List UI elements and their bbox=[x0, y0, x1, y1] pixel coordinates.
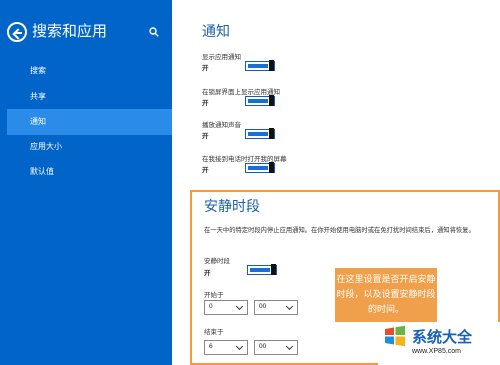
end-time-label: 结束于 bbox=[204, 329, 224, 336]
sidebar-item-defaults[interactable]: 默认值 bbox=[0, 159, 172, 185]
screen-on-call-toggle[interactable] bbox=[245, 162, 275, 173]
quiet-hours-description: 在一天中的特定时段内停止应用通知。在你开始使用电脑时或在免打扰时间结束后，通知将… bbox=[204, 227, 475, 234]
show-app-notifications-toggle[interactable] bbox=[245, 60, 275, 71]
screen-on-call-value: 开 bbox=[202, 167, 209, 174]
notification-sound-value: 开 bbox=[202, 133, 209, 140]
watermark-text: 系统大全 bbox=[412, 329, 473, 346]
chevron-down-icon bbox=[285, 302, 294, 311]
chevron-down-icon bbox=[235, 342, 244, 351]
sidebar-item-search[interactable]: 搜索 bbox=[0, 58, 172, 84]
end-minute-select[interactable]: 00 bbox=[254, 340, 298, 355]
notification-sound-toggle[interactable] bbox=[245, 128, 275, 139]
sidebar-item-notifications[interactable]: 通知 bbox=[7, 109, 172, 135]
sidebar-item-app-size[interactable]: 应用大小 bbox=[0, 134, 172, 160]
windows-logo-icon bbox=[385, 325, 405, 347]
watermark-url: www.XP85.com bbox=[412, 348, 462, 355]
start-minute-select[interactable]: 00 bbox=[254, 300, 298, 315]
start-time-label: 开始于 bbox=[204, 292, 224, 299]
callout-line-1: 在这里设置是否开启安静 bbox=[336, 274, 436, 284]
start-hour-select[interactable]: 0 bbox=[204, 300, 248, 315]
show-app-notifications-label: 显示应用通知 bbox=[202, 54, 241, 61]
quiet-hours-heading: 安静时段 bbox=[204, 198, 260, 214]
sidebar-item-share[interactable]: 共享 bbox=[0, 84, 172, 110]
show-app-notifications-value: 开 bbox=[202, 65, 209, 72]
annotation-callout: 在这里设置是否开启安静 时段，以及设置安静时段 的时间。 bbox=[335, 268, 437, 322]
callout-line-2: 时段，以及设置安静时段 bbox=[336, 289, 436, 299]
notifications-heading: 通知 bbox=[202, 23, 230, 39]
chevron-down-icon bbox=[235, 302, 244, 311]
lock-screen-notifications-toggle[interactable] bbox=[245, 95, 275, 106]
lock-screen-notifications-value: 开 bbox=[202, 100, 209, 107]
app-title: 搜索和应用 bbox=[32, 23, 108, 40]
sidebar: 搜索和应用 搜索 共享 通知 应用大小 默认值 bbox=[0, 0, 172, 365]
callout-line-3: 的时间。 bbox=[367, 304, 404, 314]
chevron-down-icon bbox=[285, 342, 294, 351]
quiet-hours-toggle[interactable] bbox=[247, 264, 277, 275]
watermark: 系统大全 www.XP85.com bbox=[378, 322, 500, 365]
end-hour-select[interactable]: 6 bbox=[204, 340, 248, 355]
notification-sound-label: 播放通知声音 bbox=[202, 122, 241, 129]
back-arrow-icon[interactable] bbox=[7, 22, 27, 42]
quiet-hours-toggle-value: 开 bbox=[204, 270, 211, 277]
search-icon[interactable] bbox=[149, 27, 159, 37]
quiet-hours-toggle-label: 安静时段 bbox=[204, 258, 230, 265]
